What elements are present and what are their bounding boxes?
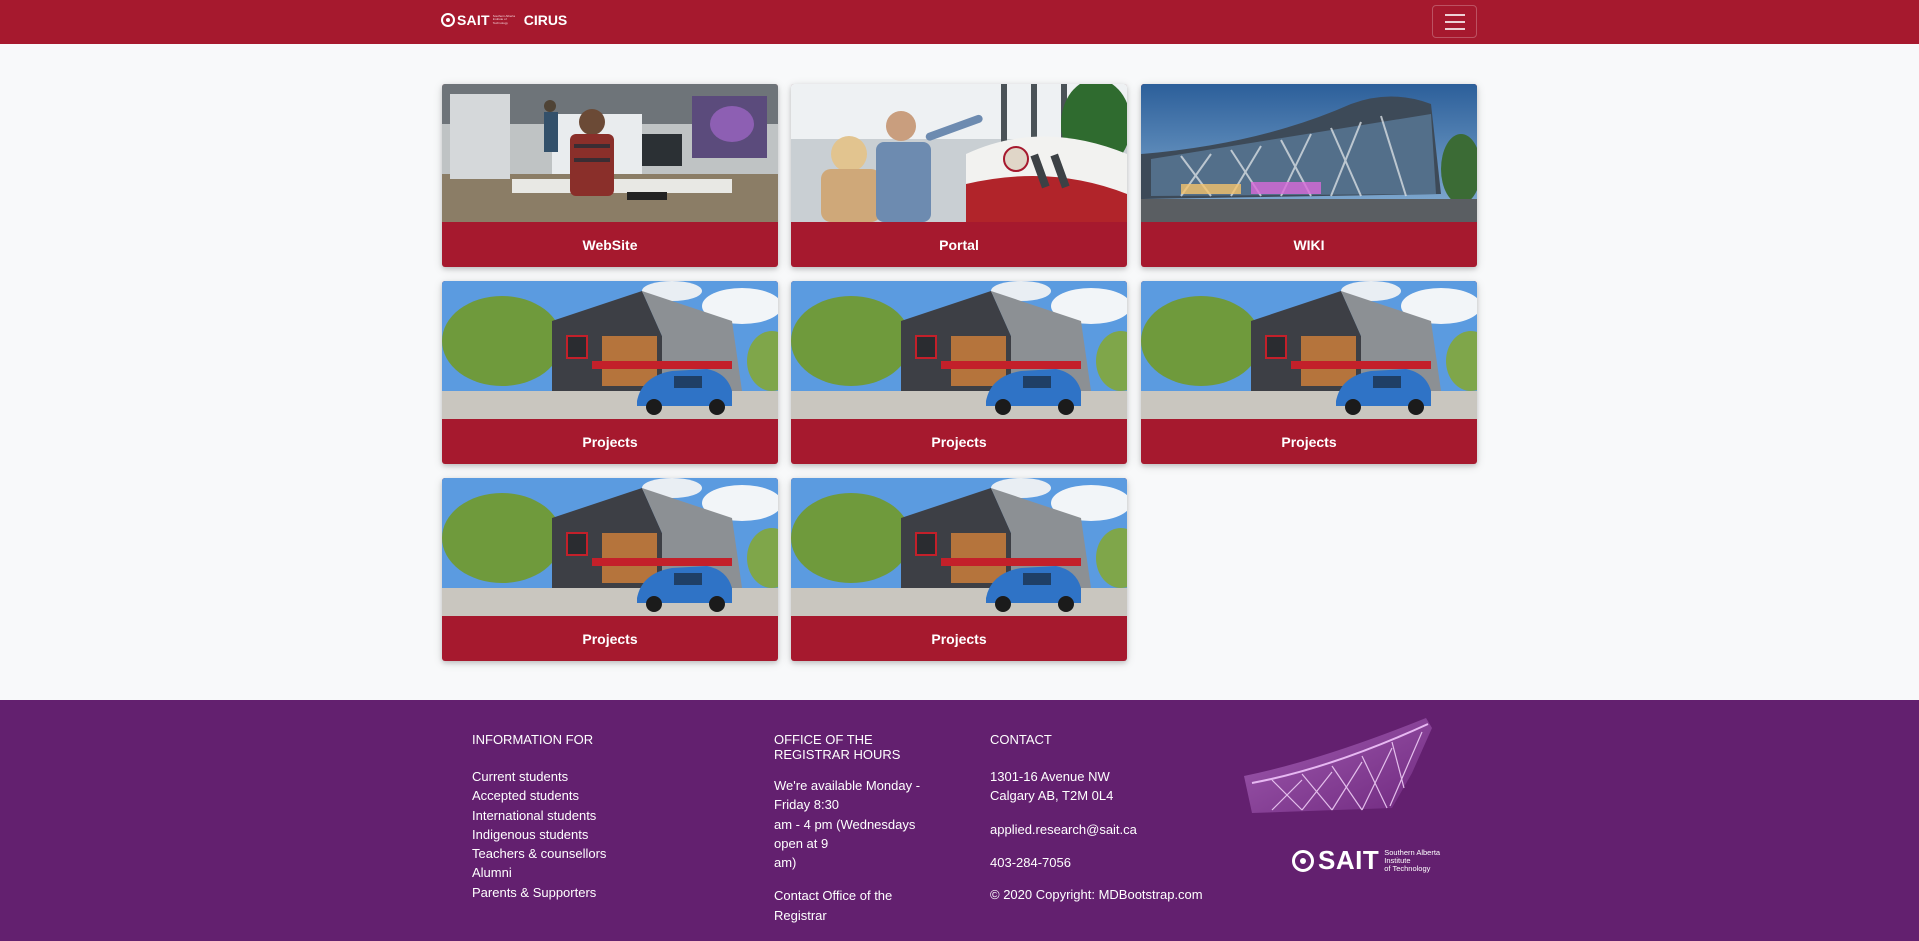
footer: INFORMATION FOR Current students Accepte… [0, 700, 1919, 941]
registrar-heading-line: OFFICE OF THE [774, 732, 873, 747]
contact-registrar-link[interactable]: Contact Office of the Registrar [774, 886, 934, 925]
card-wiki[interactable]: WIKI [1141, 84, 1477, 267]
registrar-hours-line: am - 4 pm (Wednesdays [774, 816, 916, 832]
contact-address-line: Calgary AB, T2M 0L4 [990, 788, 1114, 804]
footer-sait-subtitle: Southern Alberta Institute of Technology [1384, 848, 1440, 873]
hamburger-icon [1444, 20, 1465, 23]
house-with-blue-car-photo [442, 281, 778, 419]
footer-copyright: © 2020 Copyright: MDBootstrap.com [990, 885, 1220, 904]
footer-contact-column: CONTACT 1301-16 Avenue NW Calgary AB, T2… [990, 732, 1220, 904]
card-label: WIKI [1293, 236, 1325, 253]
navbar-toggler-button[interactable] [1432, 5, 1477, 38]
brand-subtitle: Southern Alberta Institute of Technology [492, 13, 516, 25]
navbar: SAIT Southern Alberta Institute of Techn… [0, 0, 1919, 44]
house-with-blue-car-photo [442, 478, 778, 616]
contact-phone: 403-284-7056 [990, 854, 1071, 870]
card-label: Projects [582, 630, 638, 647]
card-projects[interactable]: Projects [442, 281, 778, 464]
lab-workstation-photo [442, 84, 778, 222]
card-projects[interactable]: Projects [791, 281, 1127, 464]
sait-logo-icon [441, 13, 455, 27]
footer-contact-heading: CONTACT [990, 732, 1052, 747]
brand-app-name: CIRUS [523, 12, 568, 28]
contact-address-line: 1301-16 Avenue NW [990, 769, 1110, 784]
brand-sait: SAIT [457, 12, 490, 28]
brand-logo-link[interactable]: SAIT Southern Alberta Institute of Techn… [441, 12, 567, 28]
house-with-blue-car-photo [1141, 281, 1477, 419]
contact-registrar-link-line: Registrar [774, 907, 827, 923]
registrar-hours-line: We're available Monday - [774, 778, 921, 793]
card-label: WebSite [582, 236, 638, 253]
registrar-heading-line: REGISTRAR HOURS [774, 747, 901, 762]
footer-link-indigenous-students[interactable]: Indigenous students [472, 825, 692, 844]
card-label: Projects [582, 433, 638, 450]
house-with-blue-car-photo [791, 281, 1127, 419]
card-label: Projects [931, 433, 987, 450]
registrar-hours-line: Friday 8:30 [774, 797, 840, 813]
card-label: Projects [931, 630, 987, 647]
footer-link-current-students[interactable]: Current students [472, 767, 692, 786]
footer-link-alumni[interactable]: Alumni [472, 863, 692, 882]
card-website[interactable]: WebSite [442, 84, 778, 267]
copyright-text: © 2020 Copyright: MDBootstrap.com [990, 887, 1203, 903]
footer-sait-logo: SAIT Southern Alberta Institute of Techn… [1232, 718, 1452, 878]
hamburger-icon [1444, 13, 1465, 16]
footer-info-column: INFORMATION FOR Current students Accepte… [472, 732, 692, 902]
card-projects[interactable]: Projects [791, 478, 1127, 661]
footer-link-teachers-counsellors[interactable]: Teachers & counsellors [472, 844, 692, 863]
aircraft-model-photo [791, 84, 1127, 222]
hamburger-icon [1444, 27, 1465, 30]
sait-logo-icon [1292, 849, 1314, 872]
card-label: Portal [939, 236, 979, 253]
card-portal[interactable]: Portal [791, 84, 1127, 267]
contact-registrar-link-line: Contact Office of the [774, 888, 893, 904]
footer-sait-wordmark: SAIT Southern Alberta Institute of Techn… [1292, 845, 1440, 876]
footer-link-parents-supporters[interactable]: Parents & Supporters [472, 883, 692, 902]
registrar-hours-line: am) [774, 855, 797, 871]
card-projects[interactable]: Projects [1141, 281, 1477, 464]
card-label: Projects [1281, 433, 1337, 450]
contact-email-link[interactable]: applied.research@sait.ca [990, 820, 1220, 839]
house-with-blue-car-photo [791, 478, 1127, 616]
card-projects[interactable]: Projects [442, 478, 778, 661]
footer-sait-name: SAIT [1318, 845, 1380, 875]
campus-building-photo [1141, 84, 1477, 222]
footer-registrar-heading: OFFICE OF THE REGISTRAR HOURS [774, 732, 934, 762]
footer-info-heading: INFORMATION FOR [472, 732, 594, 747]
footer-registrar-column: OFFICE OF THE REGISTRAR HOURS We're avai… [774, 732, 934, 925]
footer-link-accepted-students[interactable]: Accepted students [472, 786, 692, 805]
sait-subtitle-line: of Technology [1384, 863, 1431, 873]
registrar-hours-line: open at 9 [774, 835, 829, 851]
footer-link-international-students[interactable]: International students [472, 806, 692, 825]
